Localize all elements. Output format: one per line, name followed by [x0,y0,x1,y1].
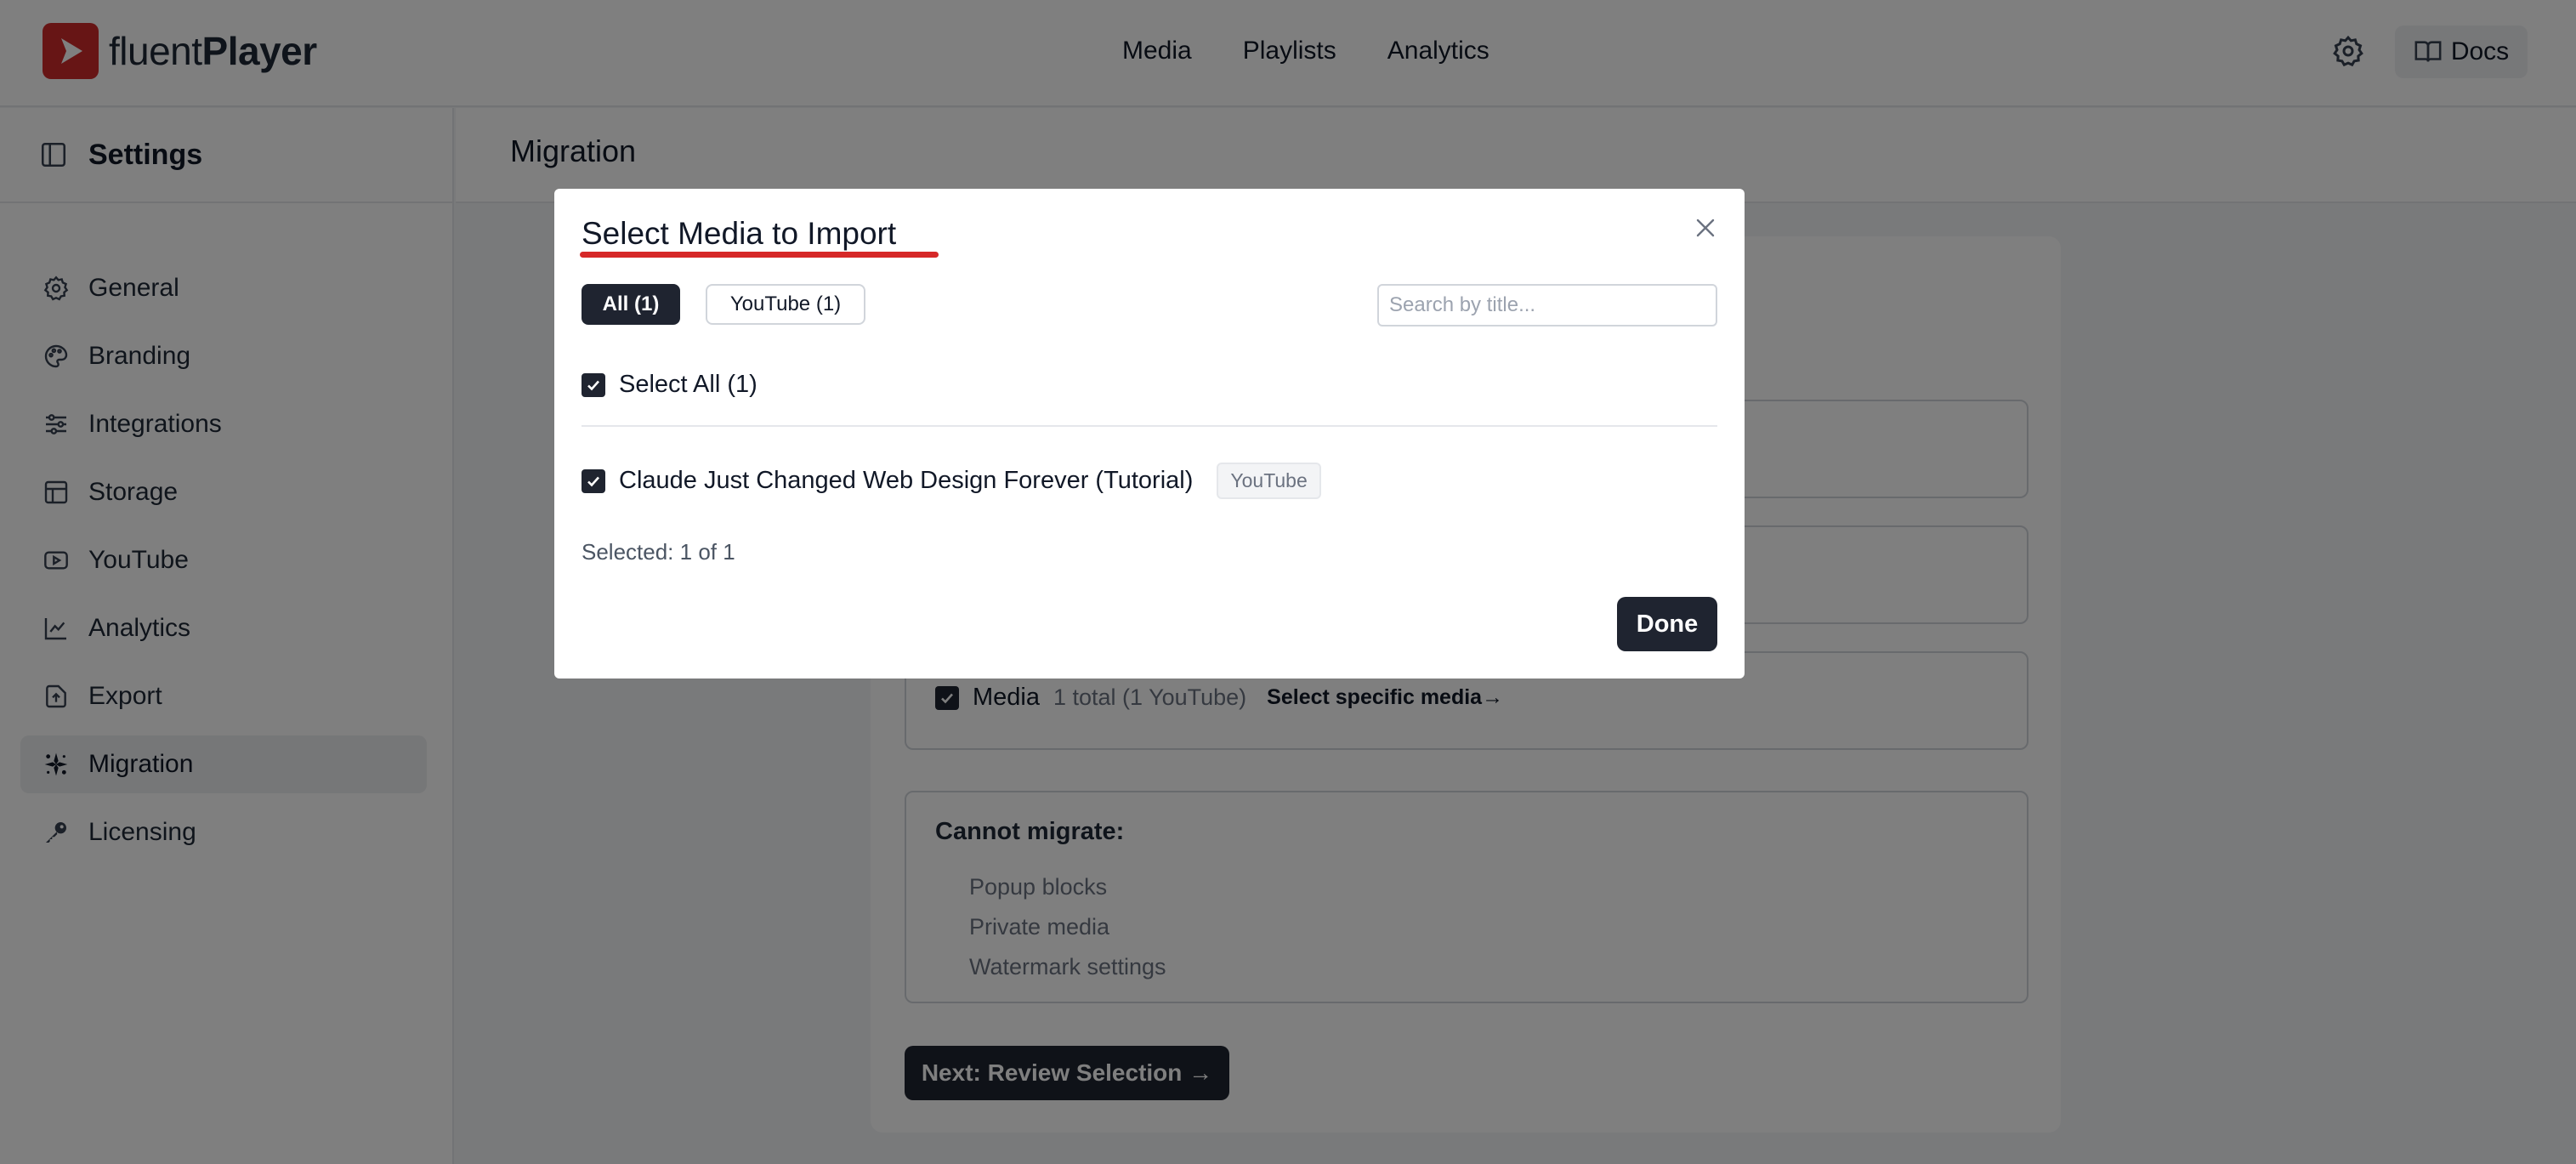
source-badge: YouTube [1217,463,1321,499]
select-all-checkbox[interactable] [582,372,605,397]
list-item[interactable]: Claude Just Changed Web Design Forever (… [582,463,1321,499]
divider [582,425,1717,427]
search-input[interactable] [1377,284,1717,326]
item-checkbox[interactable] [582,468,605,493]
close-icon[interactable] [1692,214,1719,241]
selected-count: Selected: 1 of 1 [582,539,735,565]
done-button[interactable]: Done [1617,597,1717,651]
select-all-row[interactable]: Select All (1) [582,371,757,399]
title-underline-annotation [580,252,939,258]
select-media-modal: Select Media to Import All (1) YouTube (… [554,189,1745,679]
tab-all[interactable]: All (1) [582,284,680,325]
tab-youtube[interactable]: YouTube (1) [706,284,865,325]
select-all-label: Select All (1) [619,371,757,398]
modal-title: Select Media to Import [582,216,897,251]
item-title: Claude Just Changed Web Design Forever (… [619,467,1194,494]
